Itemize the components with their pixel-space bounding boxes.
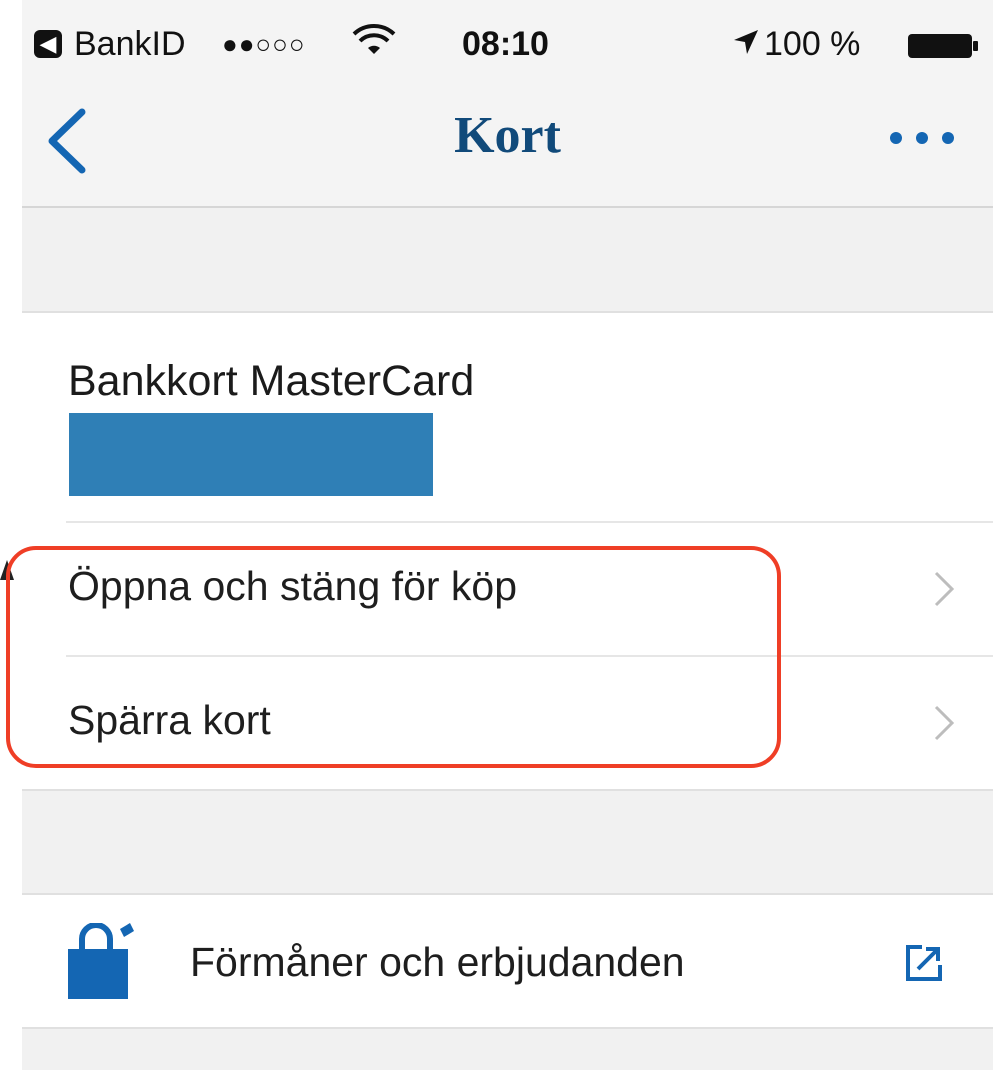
battery-percentage: 100 % bbox=[764, 25, 861, 63]
card-number-redaction bbox=[69, 413, 433, 496]
chevron-right-icon bbox=[934, 705, 955, 741]
external-link-icon bbox=[906, 945, 942, 981]
page-title: Kort bbox=[454, 107, 561, 164]
card-title: Bankkort MasterCard bbox=[68, 357, 475, 405]
annotation-highlight-box bbox=[6, 546, 781, 768]
status-bar: ◀ BankID ●●○○○ 08:10 100 % bbox=[22, 0, 993, 88]
offers-row[interactable]: Förmåner och erbjudanden bbox=[22, 893, 993, 1029]
location-arrow-icon bbox=[734, 30, 758, 54]
shopping-bag-icon bbox=[68, 923, 134, 999]
status-time: 08:10 bbox=[462, 25, 549, 63]
phone-screen: ◀ BankID ●●○○○ 08:10 100 % Kort Bankkort… bbox=[22, 0, 993, 1070]
battery-icon bbox=[908, 34, 978, 58]
left-margin bbox=[0, 0, 22, 1070]
chevron-right-icon bbox=[934, 571, 955, 607]
more-options-icon[interactable] bbox=[882, 118, 962, 158]
back-app-label[interactable]: BankID bbox=[74, 22, 186, 66]
back-to-app-icon[interactable]: ◀ bbox=[34, 30, 62, 58]
signal-strength: ●●○○○ bbox=[222, 29, 306, 59]
navigation-bar: Kort bbox=[22, 88, 993, 208]
offers-label: Förmåner och erbjudanden bbox=[190, 939, 685, 985]
wifi-icon bbox=[352, 24, 396, 54]
